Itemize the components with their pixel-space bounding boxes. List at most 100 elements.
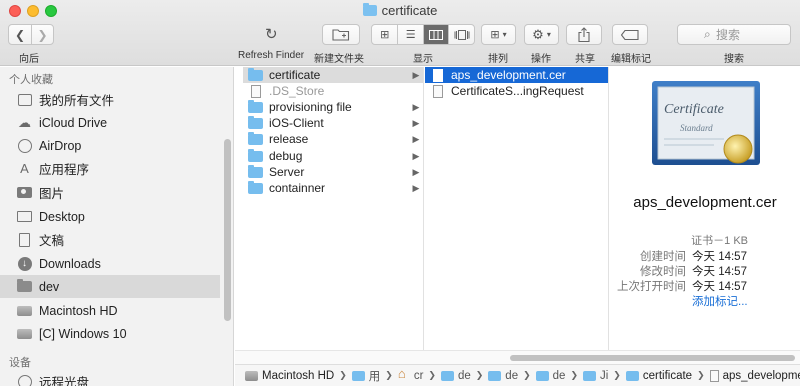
all-files-icon [17, 92, 32, 107]
icon-grid-icon: ⊞ [380, 29, 390, 41]
list-item[interactable]: debug ▶ [243, 148, 423, 164]
path-separator-icon: ❯ [613, 370, 621, 380]
back-forward-control: ❮ ❯ [8, 24, 54, 45]
list-item[interactable]: aps_development.cer [425, 67, 608, 83]
preview-file-name: aps_development.cer [633, 194, 777, 211]
window-title: certificate [0, 3, 800, 18]
last-opened-value: 今天 14:57 [692, 281, 747, 293]
back-label: 向后 [19, 54, 39, 65]
hard-drive-icon [17, 303, 32, 318]
refresh-icon[interactable]: ↻ [265, 25, 278, 43]
sidebar-scrollbar[interactable] [224, 139, 231, 321]
edit-tags-label: 编辑标记 [611, 54, 651, 65]
sidebar-item-applications[interactable]: A 应用程序 [0, 157, 220, 180]
folder-icon [582, 370, 596, 381]
path-item-certificate[interactable]: certificate [625, 370, 692, 382]
list-view-button[interactable]: ☰ [397, 25, 423, 44]
sidebar-item-dev[interactable]: dev [0, 275, 220, 298]
disclosure-arrow-icon: ▶ [412, 69, 420, 80]
folder-icon [351, 370, 365, 381]
list-item[interactable]: .DS_Store [243, 83, 423, 99]
scrollbar-thumb[interactable] [510, 355, 795, 361]
edit-tags-button[interactable] [612, 24, 648, 45]
sidebar-item-documents[interactable]: 文稿 [0, 228, 220, 251]
sidebar-item-macintosh-hd[interactable]: Macintosh HD [0, 299, 220, 322]
new-folder-icon [332, 29, 350, 41]
sidebar-item-icloud-drive[interactable]: ☁ iCloud Drive [0, 111, 220, 134]
sidebar-item-desktop[interactable]: Desktop [0, 205, 220, 228]
share-button[interactable] [566, 24, 602, 45]
file-icon [433, 84, 443, 98]
path-item[interactable]: de [488, 370, 518, 382]
disclosure-arrow-icon: ▶ [412, 133, 420, 144]
certificate-file-icon [433, 68, 443, 82]
path-separator-icon: ❯ [428, 370, 436, 380]
list-item[interactable]: release ▶ [243, 131, 423, 147]
column-view-button[interactable] [422, 25, 449, 44]
list-item[interactable]: containner ▶ [243, 180, 423, 196]
folder-icon [248, 99, 263, 113]
arrange-button[interactable]: ⊞ ▾ [481, 24, 516, 45]
sidebar-item-downloads[interactable]: ↓ Downloads [0, 252, 220, 275]
add-tags-link[interactable]: 添加标记... [692, 293, 748, 309]
share-label: 共享 [575, 54, 595, 65]
new-folder-button[interactable] [322, 24, 360, 45]
new-folder-label: 新建文件夹 [314, 54, 364, 65]
folder-icon [17, 279, 32, 294]
horizontal-scrollbar[interactable] [235, 350, 800, 364]
view-mode-control: ⊞ ☰ [371, 24, 475, 45]
path-item[interactable]: cr [398, 366, 424, 382]
path-separator-icon: ❯ [697, 370, 705, 380]
last-opened-label: 上次打开时间 [617, 281, 686, 293]
path-item[interactable]: de [535, 370, 565, 382]
sidebar-item-airdrop[interactable]: AirDrop [0, 134, 220, 157]
path-item-file[interactable]: aps_development.cer [709, 369, 800, 382]
path-item[interactable]: de [440, 370, 471, 382]
folder-icon [488, 370, 502, 381]
sidebar-item-pictures[interactable]: 图片 [0, 181, 220, 204]
path-item[interactable]: 用 [351, 368, 380, 384]
chevron-down-icon: ▾ [546, 30, 551, 39]
path-item[interactable]: Ji [582, 370, 608, 382]
path-item-macintosh-hd[interactable]: Macintosh HD [245, 370, 334, 382]
downloads-icon: ↓ [17, 256, 32, 271]
folder-icon [535, 370, 549, 381]
column-browser-column-2: aps_development.cer CertificateS...ingRe… [425, 67, 609, 350]
created-value: 今天 14:57 [692, 251, 747, 263]
folder-icon [248, 131, 263, 145]
favorites-header: 个人收藏 [9, 74, 53, 86]
sidebar-item-remote-disc[interactable]: 远程光盘 [0, 370, 220, 386]
icloud-icon: ☁ [18, 114, 31, 130]
created-label: 创建时间 [640, 251, 686, 263]
forward-button[interactable]: ❯ [31, 25, 53, 44]
list-item[interactable]: iOS-Client ▶ [243, 115, 423, 131]
sidebar-item-all-my-files[interactable]: 我的所有文件 [0, 88, 220, 111]
folder-icon [248, 180, 263, 194]
desktop-icon [17, 209, 32, 224]
list-item[interactable]: provisioning file ▶ [243, 99, 423, 115]
chevron-down-icon: ▾ [502, 30, 507, 39]
folder-icon [362, 3, 377, 16]
list-item[interactable]: certificate ▶ [243, 67, 423, 83]
list-item[interactable]: Server ▶ [243, 164, 423, 180]
hard-drive-icon [17, 326, 32, 341]
action-button[interactable]: ⚙ ▾ [524, 24, 559, 45]
search-field[interactable]: ⌕ 搜索 [677, 24, 791, 45]
modified-label: 修改时间 [640, 266, 686, 278]
cover-flow-icon [454, 29, 470, 40]
path-separator-icon: ❯ [339, 370, 347, 380]
refresh-finder-label[interactable]: Refresh Finder [238, 50, 304, 61]
list-item[interactable]: CertificateS...ingRequest [425, 83, 608, 99]
disclosure-arrow-icon: ▶ [412, 117, 420, 128]
certificate-title-text: Certificate [664, 102, 724, 117]
gallery-view-button[interactable] [448, 25, 474, 44]
sidebar-item-windows-10[interactable]: [C] Windows 10 [0, 322, 220, 345]
home-icon [398, 366, 410, 381]
disclosure-arrow-icon: ▶ [412, 150, 420, 161]
arrange-label: 排列 [488, 54, 508, 65]
certificate-icon: Certificate Standard [652, 81, 760, 165]
search-icon: ⌕ [704, 27, 711, 41]
icon-view-button[interactable]: ⊞ [372, 25, 397, 44]
back-button[interactable]: ❮ [9, 25, 31, 44]
file-icon [251, 84, 261, 98]
